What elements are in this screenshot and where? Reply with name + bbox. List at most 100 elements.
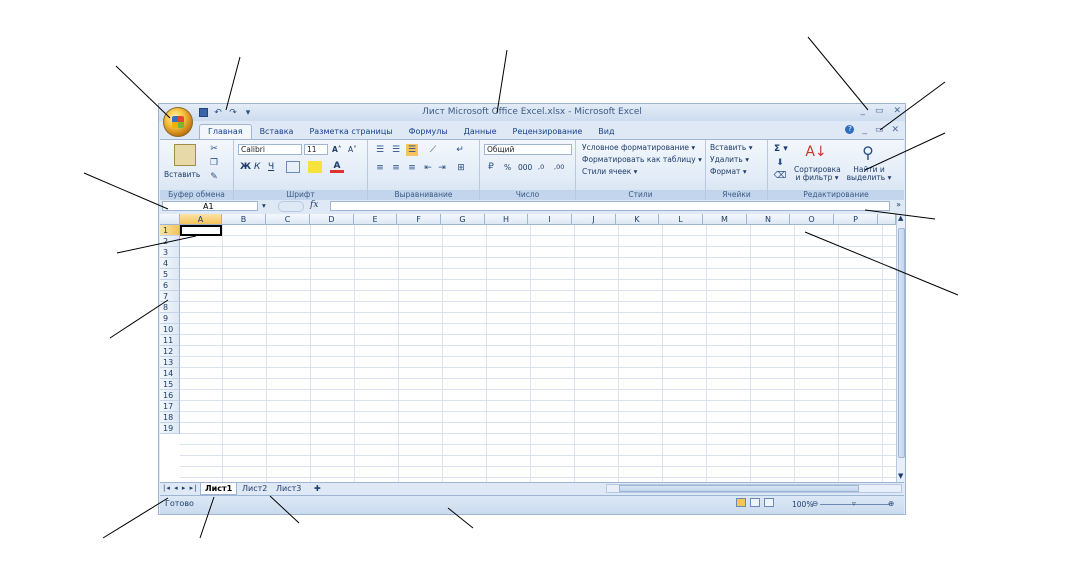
- fill-icon[interactable]: ⬇: [774, 158, 786, 168]
- expand-formula-bar-icon[interactable]: »: [896, 200, 901, 209]
- row-header[interactable]: 18: [160, 412, 180, 423]
- zoom-level[interactable]: 100%: [792, 500, 813, 509]
- font-name-select[interactable]: Calibri: [238, 144, 302, 155]
- zoom-out-icon[interactable]: ⊖: [812, 499, 818, 508]
- merge-cells-icon[interactable]: ⊞: [454, 162, 468, 174]
- horizontal-scroll-thumb[interactable]: [619, 485, 859, 492]
- orientation-icon[interactable]: ⟋: [424, 144, 442, 156]
- row-header[interactable]: 12: [160, 346, 180, 357]
- minimize-button[interactable]: _: [860, 106, 865, 116]
- row-header[interactable]: 14: [160, 368, 180, 379]
- workbook-minimize-button[interactable]: _: [862, 125, 867, 135]
- row-header[interactable]: 8: [160, 302, 180, 313]
- increase-indent-icon[interactable]: ⇥: [436, 162, 448, 174]
- row-header[interactable]: 1: [160, 225, 180, 236]
- align-right-icon[interactable]: ≡: [406, 162, 418, 174]
- tab-data[interactable]: Данные: [456, 125, 505, 139]
- vertical-scrollbar[interactable]: ▲ ▼: [896, 214, 905, 482]
- column-header-g[interactable]: G: [441, 214, 485, 225]
- shrink-font-button[interactable]: A˅: [348, 145, 357, 154]
- column-header-d[interactable]: D: [310, 214, 354, 225]
- column-header-i[interactable]: I: [528, 214, 572, 225]
- row-header[interactable]: 5: [160, 269, 180, 280]
- row-header[interactable]: 2: [160, 236, 180, 247]
- thousands-button[interactable]: 000: [518, 163, 532, 172]
- page-break-view-icon[interactable]: [764, 498, 774, 507]
- tab-page-layout[interactable]: Разметка страницы: [301, 125, 400, 139]
- row-header[interactable]: 6: [160, 280, 180, 291]
- tab-formulas[interactable]: Формулы: [401, 125, 456, 139]
- workbook-close-button[interactable]: ✕: [891, 125, 899, 135]
- align-top-icon[interactable]: ☰: [374, 144, 386, 156]
- sheet-navigation-icons[interactable]: |◂ ◂ ▸ ▸|: [163, 484, 197, 492]
- paste-button[interactable]: Вставить: [164, 170, 200, 179]
- italic-button[interactable]: К: [254, 162, 260, 172]
- column-header-f[interactable]: F: [397, 214, 441, 225]
- worksheet-grid[interactable]: A B C D E F G H I J K L M N O P 1 2 3 4 …: [160, 214, 896, 482]
- sheet-tab-2[interactable]: Лист2: [238, 483, 271, 494]
- underline-button[interactable]: Ч: [268, 162, 274, 172]
- zoom-slider-thumb[interactable]: ▿: [852, 499, 856, 508]
- tab-home[interactable]: Главная: [199, 124, 252, 139]
- name-box-dropdown-icon[interactable]: ▾: [262, 201, 266, 210]
- font-size-select[interactable]: 11: [304, 144, 328, 155]
- insert-cells-button[interactable]: Вставить ▾: [710, 143, 752, 152]
- formula-controls[interactable]: [278, 201, 304, 212]
- row-header[interactable]: 11: [160, 335, 180, 346]
- column-header-b[interactable]: B: [222, 214, 266, 225]
- column-header-p[interactable]: P: [834, 214, 878, 225]
- row-header[interactable]: 3: [160, 247, 180, 258]
- fill-color-icon[interactable]: [308, 161, 322, 173]
- help-icon[interactable]: ?: [845, 125, 855, 134]
- format-as-table-button[interactable]: Форматировать как таблицу ▾: [582, 155, 702, 164]
- column-header-l[interactable]: L: [659, 214, 703, 225]
- insert-function-button[interactable]: fx: [310, 200, 318, 210]
- sort-filter-button[interactable]: Сортировка и фильтр ▾: [794, 166, 841, 182]
- align-left-icon[interactable]: ≡: [374, 162, 386, 174]
- font-color-icon[interactable]: A: [330, 161, 344, 173]
- sheet-tab-1[interactable]: Лист1: [200, 483, 238, 495]
- sheet-tab-3[interactable]: Лист3: [272, 483, 305, 494]
- borders-icon[interactable]: [286, 161, 300, 173]
- column-header-j[interactable]: J: [572, 214, 616, 225]
- insert-sheet-icon[interactable]: ✚: [310, 483, 325, 494]
- column-header-a[interactable]: A: [180, 214, 222, 225]
- name-box[interactable]: A1: [162, 201, 258, 211]
- cell-styles-button[interactable]: Стили ячеек ▾: [582, 167, 637, 176]
- wrap-text-icon[interactable]: ↵: [454, 144, 466, 156]
- currency-icon[interactable]: ₽: [484, 161, 498, 173]
- percent-button[interactable]: %: [504, 163, 511, 172]
- format-cells-button[interactable]: Формат ▾: [710, 167, 747, 176]
- row-header[interactable]: 9: [160, 313, 180, 324]
- maximize-button[interactable]: ▭: [875, 106, 884, 116]
- autosum-button[interactable]: Σ ▾: [774, 144, 788, 154]
- column-header-k[interactable]: K: [616, 214, 659, 225]
- workbook-restore-button[interactable]: ▭: [875, 125, 884, 135]
- bold-button[interactable]: Ж: [240, 162, 251, 172]
- clear-icon[interactable]: ⌫: [774, 171, 787, 181]
- scroll-down-icon[interactable]: ▼: [898, 472, 903, 480]
- column-header-o[interactable]: O: [790, 214, 834, 225]
- row-header[interactable]: 13: [160, 357, 180, 368]
- close-button[interactable]: ✕: [893, 106, 901, 116]
- office-button[interactable]: [163, 107, 193, 137]
- number-format-select[interactable]: Общий: [484, 144, 572, 155]
- horizontal-scrollbar[interactable]: [606, 484, 902, 493]
- column-header-c[interactable]: C: [266, 214, 310, 225]
- column-header-h[interactable]: H: [485, 214, 528, 225]
- column-header-n[interactable]: N: [747, 214, 790, 225]
- format-painter-icon[interactable]: ✎: [208, 171, 220, 183]
- normal-view-icon[interactable]: [736, 498, 746, 507]
- increase-decimal-button[interactable]: ,0: [538, 163, 544, 171]
- delete-cells-button[interactable]: Удалить ▾: [710, 155, 749, 164]
- conditional-formatting-button[interactable]: Условное форматирование ▾: [582, 143, 695, 152]
- row-header[interactable]: 10: [160, 324, 180, 335]
- align-center-icon[interactable]: ≡: [390, 162, 402, 174]
- row-header[interactable]: 19: [160, 423, 180, 434]
- select-all-corner[interactable]: [160, 214, 180, 225]
- row-header[interactable]: 7: [160, 291, 180, 302]
- column-header-m[interactable]: M: [703, 214, 747, 225]
- row-header[interactable]: 4: [160, 258, 180, 269]
- tab-insert[interactable]: Вставка: [252, 125, 302, 139]
- vertical-scroll-thumb[interactable]: [898, 228, 905, 458]
